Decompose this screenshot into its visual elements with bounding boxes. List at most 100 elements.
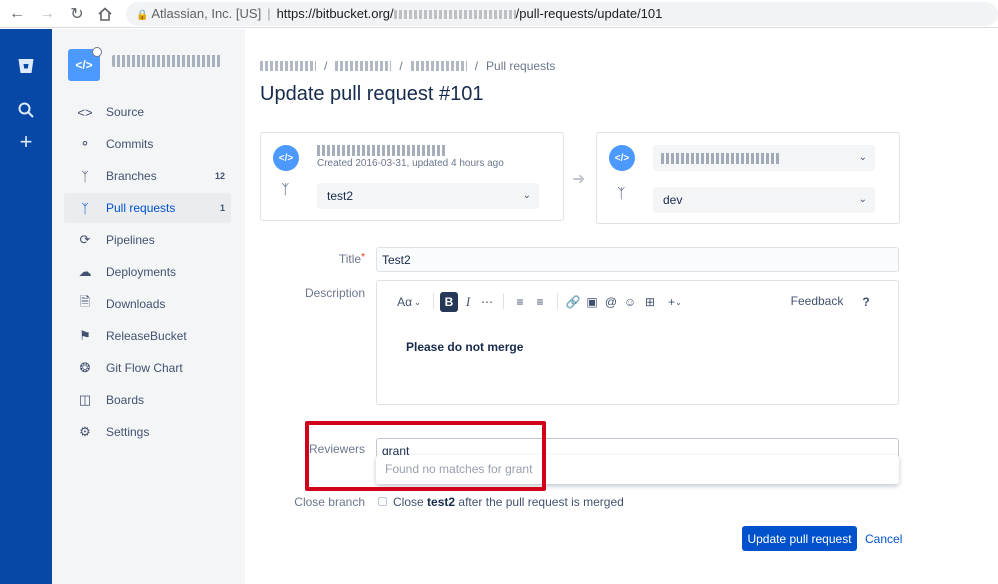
close-prefix: Close [393, 495, 424, 509]
sidebar-item-commits[interactable]: ⚬ Commits [64, 129, 231, 159]
sidebar-item-label: Downloads [106, 297, 166, 311]
insert-plus-button[interactable]: + ⌄ [662, 292, 688, 312]
breadcrumb-pull-requests[interactable]: Pull requests [486, 59, 555, 73]
bullet-list-icon[interactable]: ≡ [512, 292, 528, 312]
bitbucket-logo-icon[interactable] [13, 53, 39, 79]
title-field[interactable]: Test2 [376, 247, 899, 272]
chevron-down-icon: ⌄ [414, 297, 421, 307]
source-repo-avatar: </> [273, 145, 299, 171]
destination-repo-select[interactable]: ⌄ [653, 145, 875, 171]
bold-button[interactable]: B [440, 292, 458, 312]
sidebar-item-label: Source [106, 105, 145, 119]
link-icon[interactable]: 🔗 [565, 292, 581, 312]
commit-icon: ⚬ [79, 136, 91, 151]
source-branch-value: test2 [327, 189, 354, 203]
mention-icon[interactable]: @ [603, 292, 619, 312]
code-icon: <> [77, 104, 93, 120]
close-branch-name: test2 [427, 495, 456, 509]
sidebar-item-label: Commits [106, 137, 154, 151]
sidebar-item-settings[interactable]: ⚙ Settings [64, 417, 231, 447]
destination-branch-value: dev [663, 193, 683, 207]
numbered-list-icon[interactable]: ≡ [532, 292, 548, 312]
more-formatting-button[interactable]: ⋯ [479, 292, 495, 312]
breadcrumb-owner-redacted[interactable] [260, 61, 316, 71]
sidebar-item-pipelines[interactable]: ⟳ Pipelines [64, 225, 231, 255]
text-style-dropdown[interactable]: Aα ⌄ [395, 292, 423, 312]
help-icon[interactable]: ? [859, 292, 873, 312]
sidebar-item-deployments[interactable]: ☁ Deployments [64, 257, 231, 287]
destination-branch-icon: ᛉ [617, 185, 626, 201]
toolbar-separator [433, 293, 434, 309]
text-style-label: Aα [397, 295, 413, 309]
toolbar-separator [503, 293, 504, 309]
page-title: Update pull request #101 [260, 83, 484, 105]
sidebar-item-label: Boards [106, 393, 145, 407]
description-editor[interactable]: Aα ⌄ B I ⋯ ≡ ≡ 🔗 ▣ @ ☺ ⊞ + ⌄ Feedback ? Pl… [376, 280, 899, 405]
chevron-down-icon: ⌄ [522, 190, 531, 201]
emoji-icon[interactable]: ☺ [622, 292, 638, 312]
title-label: Title* [305, 252, 365, 266]
source-branch-icon: ᛉ [281, 181, 290, 197]
sidebar-item-branches[interactable]: ᛉ Branches 12 [64, 161, 231, 191]
sidebar-item-boards[interactable]: ◫ Boards [64, 385, 231, 415]
forward-icon[interactable]: → [36, 3, 58, 25]
source-repo-name-redacted [317, 145, 447, 156]
close-branch-checkbox[interactable] [378, 497, 387, 506]
sidebar-item-releasebucket[interactable]: ⚑ ReleaseBucket [64, 321, 231, 351]
sidebar-item-downloads[interactable]: 🗎 Downloads [64, 289, 231, 319]
home-icon[interactable] [94, 3, 116, 25]
destination-branch-select[interactable]: dev ⌄ [653, 187, 875, 213]
sidebar-item-pull-requests[interactable]: ᛉ Pull requests 1 [64, 193, 231, 223]
destination-card: </> ⌄ ᛉ dev ⌄ [596, 132, 900, 224]
gitflow-icon: ❂ [79, 360, 91, 375]
description-content: Please do not merge [406, 340, 524, 354]
private-lock-icon [92, 47, 102, 57]
source-meta: Created 2016-03-31, updated 4 hours ago [317, 158, 504, 169]
lock-icon: 🔒 [136, 10, 149, 21]
url-redacted [393, 10, 516, 20]
cancel-button[interactable]: Cancel [865, 532, 902, 546]
global-nav: + [0, 29, 52, 584]
close-branch-description: Close test2 after the pull request is me… [393, 495, 624, 509]
back-icon[interactable]: ← [6, 3, 28, 25]
sidebar-item-git-flow-chart[interactable]: ❂ Git Flow Chart [64, 353, 231, 383]
url-suffix: /pull-requests/update/101 [515, 6, 663, 21]
feedback-button[interactable]: Feedback [789, 291, 845, 311]
chevron-down-icon: ⌄ [858, 152, 867, 163]
sidebar-item-label: Git Flow Chart [106, 361, 183, 375]
sidebar-item-label: Deployments [106, 265, 177, 279]
search-icon[interactable] [13, 97, 39, 123]
sidebar-item-label: Pull requests [106, 201, 176, 215]
branches-count: 12 [214, 171, 225, 181]
source-branch-select[interactable]: test2 ⌄ [317, 183, 539, 209]
italic-button[interactable]: I [461, 292, 475, 312]
close-suffix: after the pull request is merged [458, 495, 624, 509]
reload-icon[interactable]: ↻ [66, 3, 88, 25]
breadcrumb-project-redacted[interactable] [335, 61, 392, 71]
board-icon: ◫ [78, 392, 92, 407]
source-card: </> Created 2016-03-31, updated 4 hours … [260, 132, 564, 221]
branch-icon: ᛉ [81, 168, 89, 184]
chevron-down-icon: ⌄ [858, 194, 867, 205]
destination-repo-redacted [661, 153, 781, 164]
sidebar-item-source[interactable]: <> Source [64, 97, 231, 127]
pull-request-icon: ᛉ [81, 200, 89, 216]
table-icon[interactable]: ⊞ [642, 292, 658, 312]
update-pull-request-button[interactable]: Update pull request [742, 526, 857, 551]
sidebar-item-label: Branches [106, 169, 157, 183]
title-label-text: Title [338, 252, 362, 266]
site-owner: Atlassian, Inc. [US] [151, 6, 262, 21]
toolbar-separator [557, 293, 558, 309]
gear-icon: ⚙ [79, 424, 91, 439]
chevron-down-icon: ⌄ [675, 297, 682, 307]
destination-repo-avatar: </> [609, 145, 635, 171]
sidebar-item-label: Pipelines [106, 233, 155, 247]
repo-name-redacted[interactable] [112, 55, 222, 67]
sidebar-item-label: Settings [106, 425, 150, 439]
create-icon[interactable]: + [13, 129, 39, 155]
browser-toolbar: ← → ↻ 🔒 Atlassian, Inc. [US] | https://bit… [0, 0, 998, 28]
image-icon[interactable]: ▣ [584, 292, 600, 312]
repo-sidebar: </> <> Source ⚬ Commits ᛉ Branches 12 ᛉ Pull … [52, 29, 245, 584]
breadcrumb-repo-redacted[interactable] [410, 61, 467, 71]
address-bar[interactable]: 🔒 Atlassian, Inc. [US] | https://bitbucket… [126, 2, 998, 26]
